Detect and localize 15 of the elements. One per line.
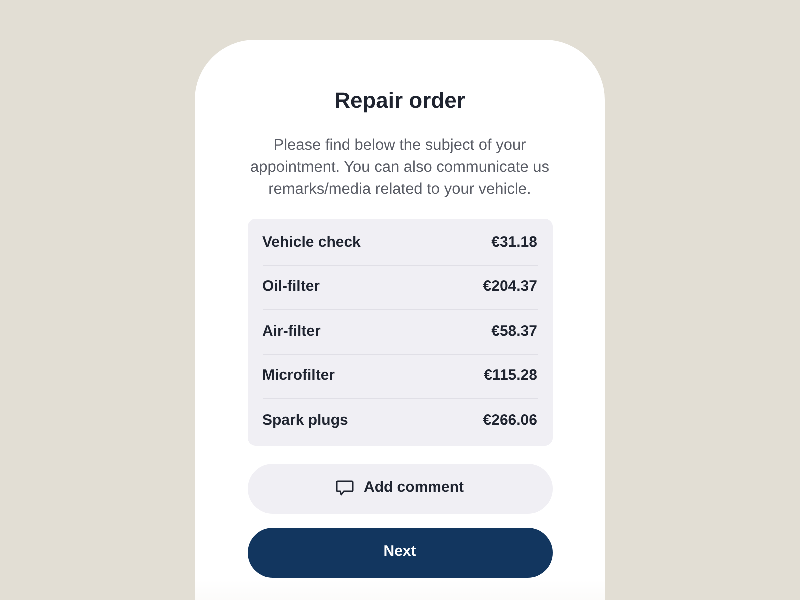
item-price: €266.06 (483, 411, 538, 431)
item-name: Microfilter (262, 366, 336, 386)
item-name: Vehicle check (262, 232, 361, 252)
description-text: Please find below the subject of your appointment. You can also communicate us remarks/media related to your vehicle. (250, 136, 550, 200)
item-price: €115.28 (484, 366, 538, 386)
speech-bubble-icon (336, 480, 354, 497)
item-name: Oil-filter (262, 277, 320, 297)
item-price: €58.37 (492, 322, 538, 342)
item-price: €31.18 (492, 232, 538, 252)
page-title: Repair order (334, 87, 466, 115)
item-price: €204.37 (483, 277, 538, 297)
item-name: Spark plugs (262, 411, 348, 431)
item-name: Air-filter (262, 322, 321, 342)
next-button[interactable]: Next (248, 528, 552, 578)
add-comment-button[interactable]: Add comment (248, 464, 552, 514)
